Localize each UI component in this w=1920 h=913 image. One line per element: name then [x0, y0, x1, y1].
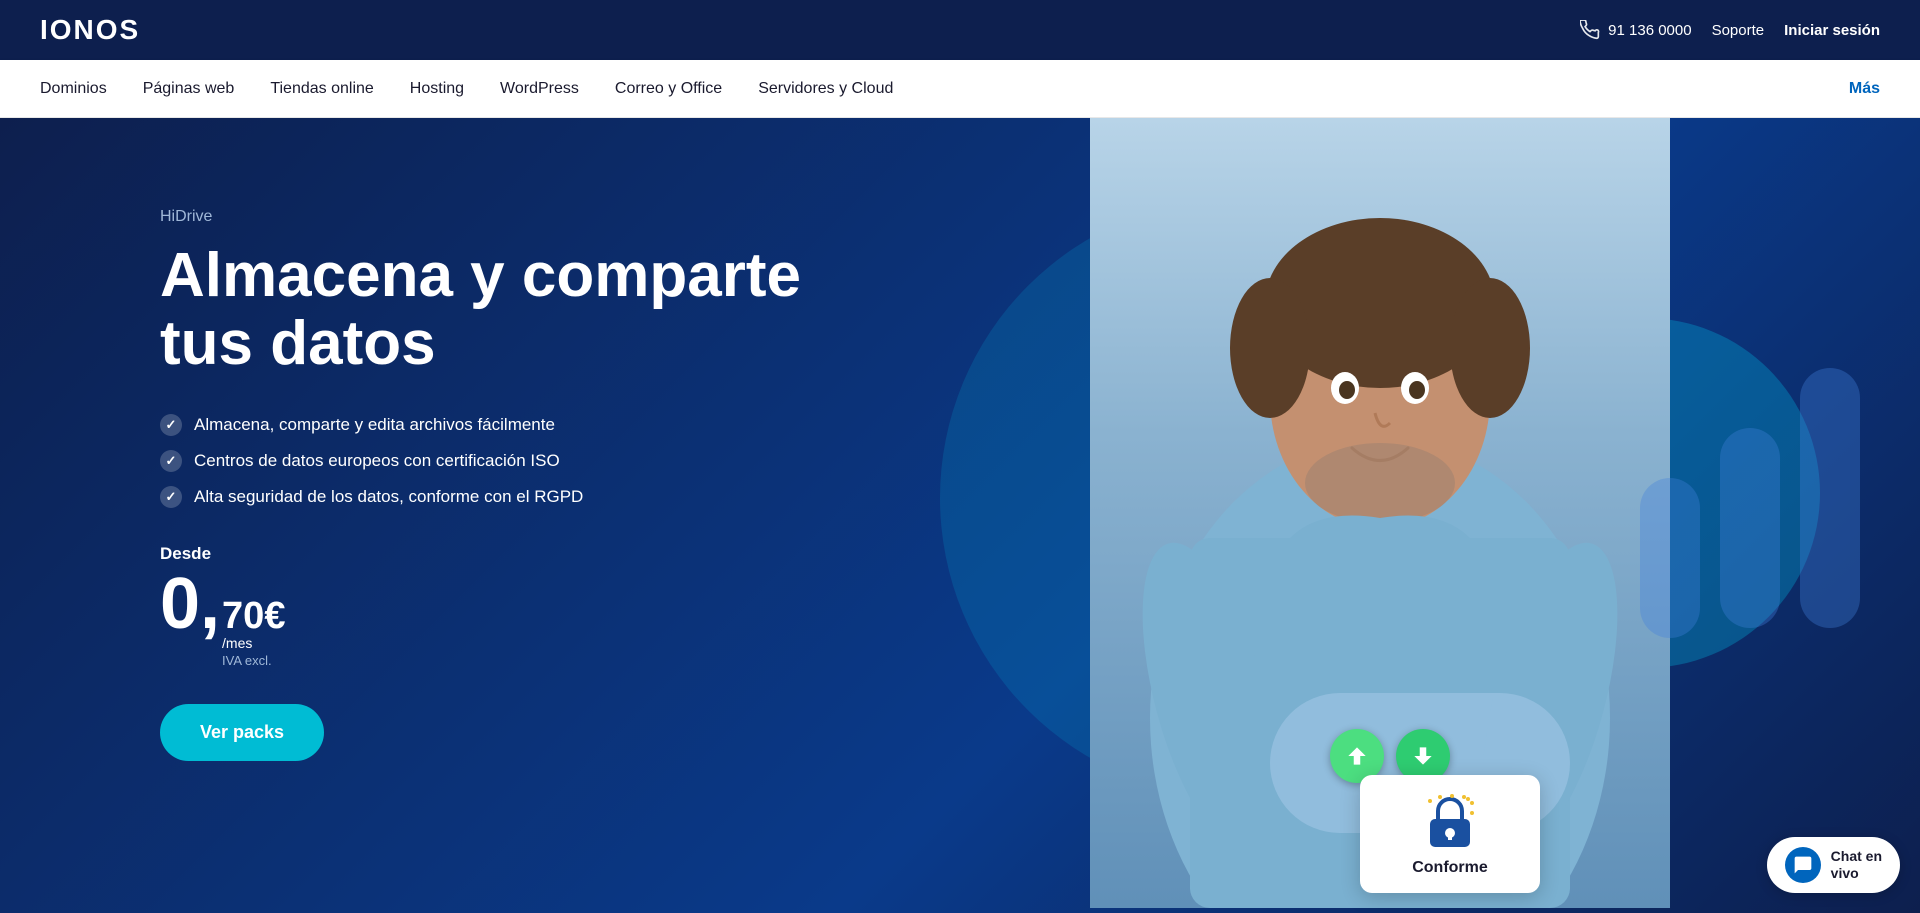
price-period: /mes	[222, 635, 285, 651]
hero-features-list: Almacena, comparte y edita archivos fáci…	[160, 414, 840, 508]
nav-item-hosting[interactable]: Hosting	[410, 80, 464, 98]
chat-widget[interactable]: Chat en vivo	[1767, 837, 1900, 893]
check-icon-1	[160, 414, 182, 436]
feature-text-3: Alta seguridad de los datos, conforme co…	[194, 487, 583, 507]
nav-link-hosting[interactable]: Hosting	[410, 80, 464, 97]
rgpd-card: Conforme	[1360, 775, 1540, 893]
nav-item-paginas-web[interactable]: Páginas web	[143, 80, 235, 98]
hero-decor-bar-2	[1720, 428, 1780, 628]
chat-line2: vivo	[1831, 865, 1882, 882]
nav-bar: Dominios Páginas web Tiendas online Host…	[0, 60, 1920, 118]
desde-label: Desde	[160, 544, 840, 564]
hero-subtitle: HiDrive	[160, 208, 840, 226]
feature-text-2: Centros de datos europeos con certificac…	[194, 451, 560, 471]
nav-links: Dominios Páginas web Tiendas online Host…	[40, 80, 1849, 98]
chat-bubble-icon	[1793, 855, 1813, 875]
hero-decor-bar-1	[1800, 368, 1860, 628]
feature-text-1: Almacena, comparte y edita archivos fáci…	[194, 415, 555, 435]
nav-item-dominios[interactable]: Dominios	[40, 80, 107, 98]
nav-link-correo-office[interactable]: Correo y Office	[615, 80, 722, 97]
hero-decor-bar-3	[1640, 478, 1700, 638]
phone-area: 91 136 0000	[1580, 20, 1691, 40]
feature-item-3: Alta seguridad de los datos, conforme co…	[160, 486, 840, 508]
price-decimal: 70€	[222, 597, 285, 635]
nav-item-servidores-cloud[interactable]: Servidores y Cloud	[758, 80, 893, 98]
soporte-link[interactable]: Soporte	[1712, 22, 1765, 39]
mas-link[interactable]: Más	[1849, 80, 1880, 98]
nav-link-tiendas-online[interactable]: Tiendas online	[270, 80, 373, 97]
hero-content: HiDrive Almacena y comparte tus datos Al…	[160, 178, 840, 761]
feature-item-2: Centros de datos europeos con certificac…	[160, 450, 840, 472]
nav-item-correo-office[interactable]: Correo y Office	[615, 80, 722, 98]
nav-link-servidores-cloud[interactable]: Servidores y Cloud	[758, 80, 893, 97]
iniciar-sesion-link[interactable]: Iniciar sesión	[1784, 22, 1880, 39]
rgpd-label: Conforme	[1412, 859, 1488, 877]
rgpd-lock-icon	[1420, 791, 1480, 851]
top-right-area: 91 136 0000 Soporte Iniciar sesión	[1580, 20, 1880, 40]
price-decimal-area: 70€ /mes IVA excl.	[222, 597, 285, 668]
nav-link-paginas-web[interactable]: Páginas web	[143, 80, 235, 97]
chat-line1: Chat en	[1831, 848, 1882, 865]
logo: IONOS	[40, 14, 140, 46]
arrow-down-svg	[1410, 743, 1436, 769]
price-row: 0, 70€ /mes IVA excl.	[160, 568, 840, 668]
check-icon-3	[160, 486, 182, 508]
rgpd-icon-area	[1420, 791, 1480, 851]
nav-item-wordpress[interactable]: WordPress	[500, 80, 579, 98]
hero-section: Conforme HiDrive Almacena y comparte tus…	[0, 118, 1920, 913]
phone-number[interactable]: 91 136 0000	[1608, 22, 1691, 39]
phone-icon	[1580, 20, 1600, 40]
price-tax: IVA excl.	[222, 653, 285, 668]
feature-item-1: Almacena, comparte y edita archivos fáci…	[160, 414, 840, 436]
check-icon-2	[160, 450, 182, 472]
ver-packs-button[interactable]: Ver packs	[160, 704, 324, 761]
chat-label: Chat en vivo	[1831, 848, 1882, 882]
price-section: Desde 0, 70€ /mes IVA excl.	[160, 544, 840, 668]
nav-link-wordpress[interactable]: WordPress	[500, 80, 579, 97]
price-integer: 0,	[160, 568, 220, 640]
hero-title: Almacena y comparte tus datos	[160, 242, 840, 378]
chat-icon	[1785, 847, 1821, 883]
arrow-up-svg	[1344, 743, 1370, 769]
top-bar: IONOS 91 136 0000 Soporte Iniciar sesión	[0, 0, 1920, 60]
nav-link-dominios[interactable]: Dominios	[40, 80, 107, 97]
nav-item-tiendas-online[interactable]: Tiendas online	[270, 80, 373, 98]
